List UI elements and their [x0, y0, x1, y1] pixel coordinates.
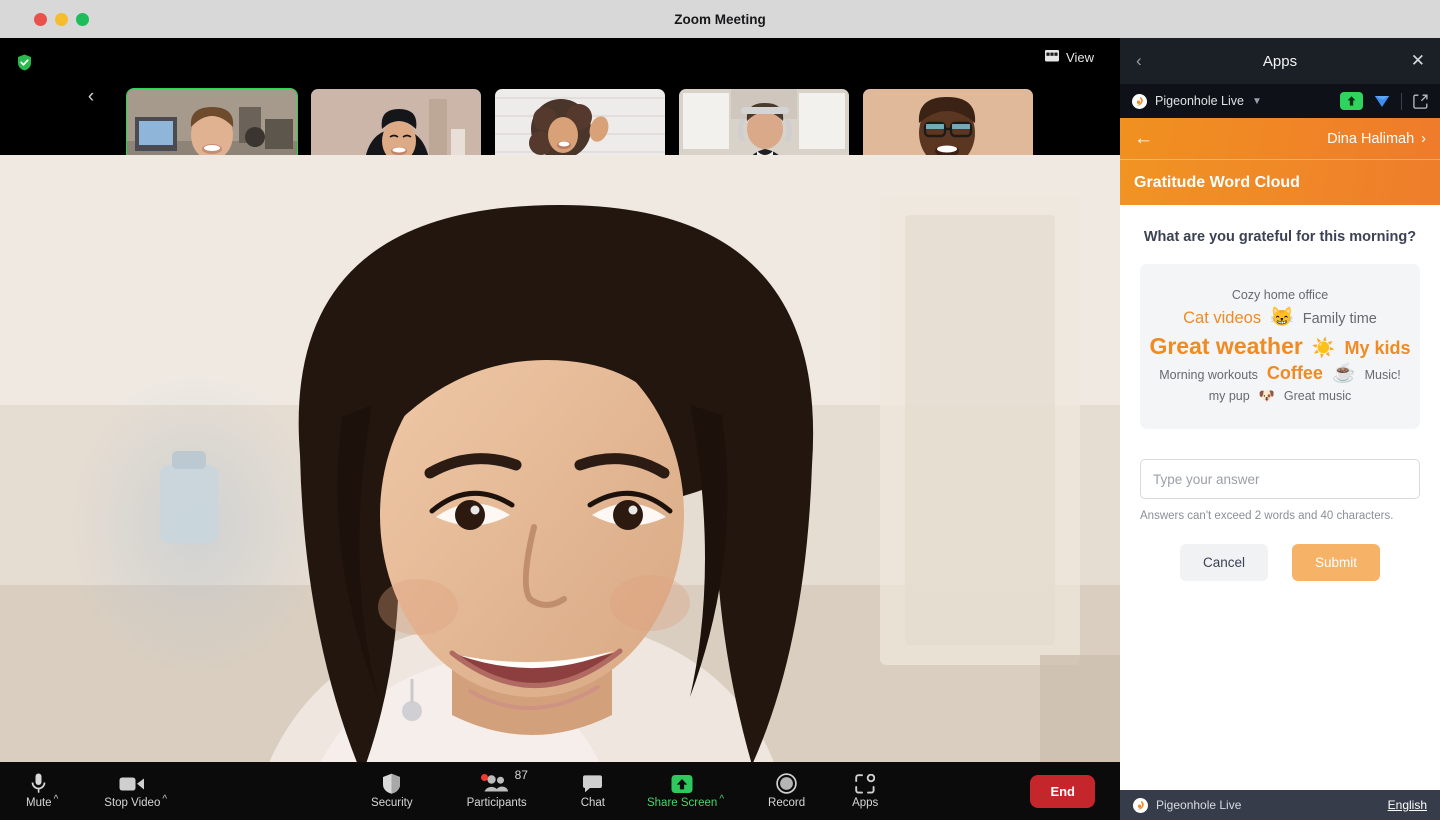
participants-button[interactable]: Participants 87	[466, 762, 528, 820]
security-label: Security	[371, 797, 413, 809]
security-button[interactable]: Security	[371, 762, 413, 820]
word-cloud-entry: Morning workouts	[1159, 368, 1258, 383]
video-camera-icon	[119, 773, 145, 794]
word-cloud: Cozy home office Cat videos 😸 Family tim…	[1140, 264, 1420, 429]
external-link-icon[interactable]	[1413, 94, 1428, 109]
meeting-control-bar: Mute ^ Stop Video ^ Security Participant…	[0, 762, 1120, 820]
participants-label: Participants	[466, 797, 527, 809]
poll-body: What are you grateful for this morning? …	[1120, 205, 1440, 790]
word-cloud-row: Cat videos 😸 Family time	[1183, 306, 1377, 330]
participants-count: 87	[514, 768, 528, 782]
poll-actions: Cancel Submit	[1140, 544, 1420, 581]
apps-button[interactable]: Apps	[852, 762, 878, 820]
view-layout-button[interactable]: View	[1045, 50, 1094, 65]
audio-options-chevron-icon[interactable]: ^	[54, 794, 59, 805]
chat-label: Chat	[580, 797, 605, 809]
word-cloud-entry: my pup	[1208, 389, 1250, 404]
arrow-left-icon[interactable]: ←	[1134, 129, 1153, 148]
record-label: Record	[768, 797, 806, 809]
word-cloud-entry: Music!	[1364, 368, 1401, 383]
word-cloud-entry: My kids	[1344, 337, 1411, 358]
selected-app-name: Pigeonhole Live	[1155, 94, 1244, 108]
mute-button[interactable]: Mute	[26, 762, 52, 820]
record-button[interactable]: Record	[768, 762, 805, 820]
apps-side-panel: ‹ Apps ✕ Pigeonhole Live ▼ ← Dina Halima…	[1120, 38, 1440, 820]
dog-face-emoji: 🐶	[1258, 388, 1275, 404]
panel-footer: Pigeonhole Live English	[1120, 790, 1440, 820]
panel-back-button[interactable]: ‹	[1136, 51, 1142, 71]
language-selector[interactable]: English	[1388, 798, 1427, 812]
word-cloud-entry: Cat videos	[1183, 308, 1262, 327]
word-cloud-row: Morning workouts Coffee ☕ Music!	[1159, 362, 1400, 386]
apps-icon	[855, 773, 876, 794]
sun-emoji: ☀️	[1311, 337, 1336, 359]
apps-label: Apps	[852, 797, 879, 809]
stop-video-button[interactable]: Stop Video	[104, 762, 160, 820]
word-cloud-row: Cozy home office	[1232, 288, 1328, 304]
share-screen-button[interactable]: Share Screen	[647, 762, 717, 820]
coffee-emoji: ☕	[1331, 363, 1356, 385]
share-screen-label: Share Screen	[646, 797, 718, 809]
session-title: Gratitude Word Cloud	[1120, 160, 1440, 205]
paper-plane-icon[interactable]	[1374, 94, 1390, 108]
word-cloud-entry: Great weather	[1149, 332, 1303, 359]
filmstrip-prev-button[interactable]: ‹	[78, 86, 104, 108]
record-circle-icon	[776, 773, 797, 794]
meeting-stage: ‹ › View	[0, 38, 1120, 820]
close-icon[interactable]: ✕	[1411, 51, 1425, 71]
submit-button[interactable]: Submit	[1292, 544, 1380, 581]
word-cloud-entry: Great music	[1283, 389, 1352, 404]
shield-icon	[382, 773, 401, 794]
footer-app-name: Pigeonhole Live	[1156, 798, 1242, 812]
chevron-right-icon: ›	[1421, 130, 1426, 147]
window-title: Zoom Meeting	[674, 11, 766, 27]
answer-input[interactable]	[1140, 459, 1420, 499]
chat-button[interactable]: Chat	[581, 762, 605, 820]
shield-check-icon[interactable]	[17, 54, 32, 76]
word-cloud-entry: Family time	[1302, 310, 1377, 327]
word-cloud-row: my pup 🐶 Great music	[1209, 388, 1352, 405]
participants-notification-dot	[480, 774, 488, 781]
apps-panel-header: ‹ Apps ✕	[1120, 38, 1440, 84]
presenter-name: Dina Halimah	[1327, 130, 1415, 147]
pigeonhole-logo-icon	[1133, 797, 1148, 813]
word-cloud-entry: Coffee	[1266, 363, 1323, 384]
microphone-icon	[31, 773, 46, 794]
app-selector-row[interactable]: Pigeonhole Live ▼	[1120, 84, 1440, 118]
share-options-chevron-icon[interactable]: ^	[719, 794, 724, 805]
divider	[1401, 92, 1402, 110]
chat-bubble-icon	[582, 773, 603, 794]
presenter-selector[interactable]: Dina Halimah ›	[1327, 131, 1426, 147]
app-session-header: ← Dina Halimah ›	[1120, 118, 1440, 160]
panel-title: Apps	[1262, 52, 1298, 70]
active-speaker-video	[0, 155, 1120, 820]
pigeonhole-logo-icon	[1132, 93, 1147, 109]
mute-label: Mute	[26, 797, 52, 809]
stop-video-label: Stop Video	[104, 797, 161, 809]
share-up-icon[interactable]	[1340, 92, 1363, 110]
chevron-down-icon[interactable]: ▼	[1252, 96, 1262, 107]
word-cloud-entry: Cozy home office	[1231, 288, 1329, 303]
word-cloud-row: Great weather ☀️ My kids	[1149, 332, 1410, 361]
end-meeting-button[interactable]: End	[1030, 774, 1095, 808]
poll-question: What are you grateful for this morning?	[1143, 229, 1417, 245]
window-titlebar: Zoom Meeting	[0, 0, 1440, 38]
zoom-meeting-window: Zoom Meeting ‹ ›	[0, 0, 1440, 820]
video-options-chevron-icon[interactable]: ^	[162, 794, 167, 805]
participant-filmstrip: ‹ › View	[0, 38, 1120, 182]
answer-hint: Answers can't exceed 2 words and 40 char…	[1140, 510, 1394, 522]
app-action-icons	[1340, 92, 1428, 110]
share-screen-icon	[671, 773, 693, 794]
grid-view-icon	[1045, 50, 1060, 65]
view-label: View	[1066, 50, 1094, 65]
cat-face-emoji: 😸	[1270, 306, 1294, 328]
cancel-button[interactable]: Cancel	[1180, 544, 1268, 581]
